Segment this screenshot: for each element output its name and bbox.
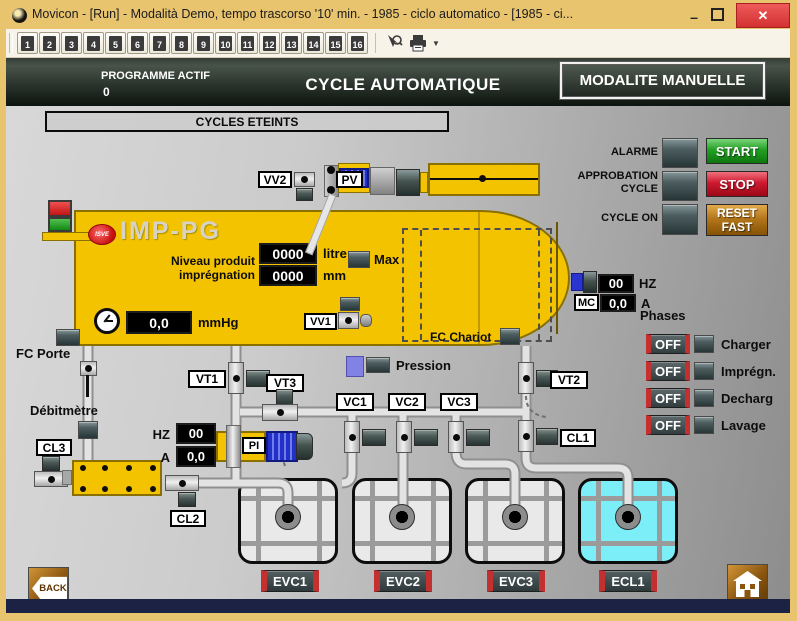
max-label: Max [374, 252, 399, 267]
piston-gray-block [370, 167, 395, 195]
movicon-window: { "window": { "title": "Movicon - [Run] … [0, 0, 797, 621]
stack-light-green [48, 217, 72, 232]
vacuum-gauge-icon [94, 308, 120, 334]
footer-bar [6, 599, 790, 613]
vc1-actuator [362, 429, 386, 446]
valve-label-cl1: CL1 [560, 429, 596, 447]
valve-vt1[interactable] [228, 362, 244, 394]
valve-vc3[interactable] [448, 421, 464, 453]
stack-light-red [48, 200, 72, 217]
fc-porte-indicator [56, 329, 80, 346]
vv1-cap [360, 314, 372, 327]
tank-button-evc1[interactable]: EVC1 [261, 570, 319, 592]
mc-amp-unit: A [641, 296, 650, 311]
vc3-actuator [466, 429, 490, 446]
vv1-indicator [340, 297, 360, 311]
tank-cap-evc2 [389, 504, 415, 530]
vv2-actuator [296, 188, 313, 201]
fc-chariot-indicator [500, 328, 520, 345]
maker-logo: ISVE [88, 224, 116, 245]
mc-hz-display: 00 [598, 274, 634, 293]
pression-label: Pression [396, 358, 451, 373]
pression-sensor [346, 356, 364, 377]
pump-hz-display: 00 [176, 423, 216, 444]
cl3-actuator [42, 456, 60, 471]
valve-label-cl2: CL2 [170, 510, 206, 527]
vc2-actuator [414, 429, 438, 446]
pump-amp-display: 0,0 [176, 446, 216, 467]
debitmetre-sensor [78, 421, 98, 439]
door-rail-pin [479, 175, 486, 182]
valve-vt3[interactable] [262, 404, 298, 421]
valve-vv2[interactable] [294, 172, 315, 187]
mmhg-unit: mmHg [198, 315, 238, 330]
joint-pin-top [327, 166, 335, 174]
autoclave-brand: IMP-PG [120, 217, 221, 246]
chariot-outline [402, 228, 552, 342]
pump-shaft [226, 425, 241, 468]
pipe-coupling [420, 172, 428, 193]
exchanger-inlet [62, 470, 72, 485]
valve-label-pv: PV [336, 171, 363, 188]
tank-button-ecl1[interactable]: ECL1 [599, 570, 657, 592]
valve-label-vc2: VC2 [388, 393, 426, 411]
autoclave-door-seam [556, 222, 558, 334]
litre-unit: litre [323, 246, 347, 261]
mm-unit: mm [323, 268, 346, 283]
tank-cap-evc3 [502, 504, 528, 530]
valve-label-vc1: VC1 [336, 393, 374, 411]
fc-porte-label: FC Porte [16, 346, 70, 361]
mc-coupling [571, 273, 583, 291]
valve-vc2[interactable] [396, 421, 412, 453]
max-level-indicator [348, 251, 370, 268]
debitmetre-label: Débitmètre [30, 403, 98, 418]
mc-amp-display: 0,0 [600, 294, 636, 312]
door-sensor [80, 361, 97, 376]
valve-label-vt1: VT1 [188, 370, 226, 388]
pump-amp-unit: A [146, 451, 170, 464]
valve-label-vt2: VT2 [550, 371, 588, 389]
valve-vt2[interactable] [518, 362, 534, 394]
mc-motor [583, 271, 597, 293]
pump-motor-cap [296, 433, 313, 460]
pump-label: PI [242, 437, 266, 454]
tank-cap-evc1 [275, 504, 301, 530]
valve-cl2[interactable] [165, 475, 199, 491]
piston-end-block [396, 169, 420, 196]
pump-motor [266, 431, 298, 462]
niveau-produit-label: Niveau produit [171, 254, 255, 268]
tank-cap-ecl1 [615, 504, 641, 530]
cl2-actuator [178, 492, 196, 507]
pump-hz-unit: HZ [146, 428, 170, 441]
vacuum-display: 0,0 [126, 311, 192, 334]
mc-label: MC [574, 294, 599, 311]
pression-indicator [366, 357, 390, 373]
tank-button-evc2[interactable]: EVC2 [374, 570, 432, 592]
valve-label-vv2: VV2 [258, 171, 292, 188]
valve-label-vc3: VC3 [440, 393, 478, 411]
mc-hz-unit: HZ [639, 276, 656, 291]
valve-label-cl3: CL3 [36, 439, 72, 456]
tank-button-evc3[interactable]: EVC3 [487, 570, 545, 592]
door-sensor-stem [86, 375, 89, 397]
valve-vv1[interactable] [338, 312, 359, 329]
cl1-actuator [536, 428, 558, 445]
fc-chariot-label: FC Chariot [430, 330, 491, 344]
valve-vc1[interactable] [344, 421, 360, 453]
valve-cl1[interactable] [518, 420, 534, 452]
impregnation-label: imprégnation [179, 268, 255, 282]
level-mm-display: 0000 [259, 265, 317, 286]
valve-label-vv1: VV1 [304, 313, 337, 330]
